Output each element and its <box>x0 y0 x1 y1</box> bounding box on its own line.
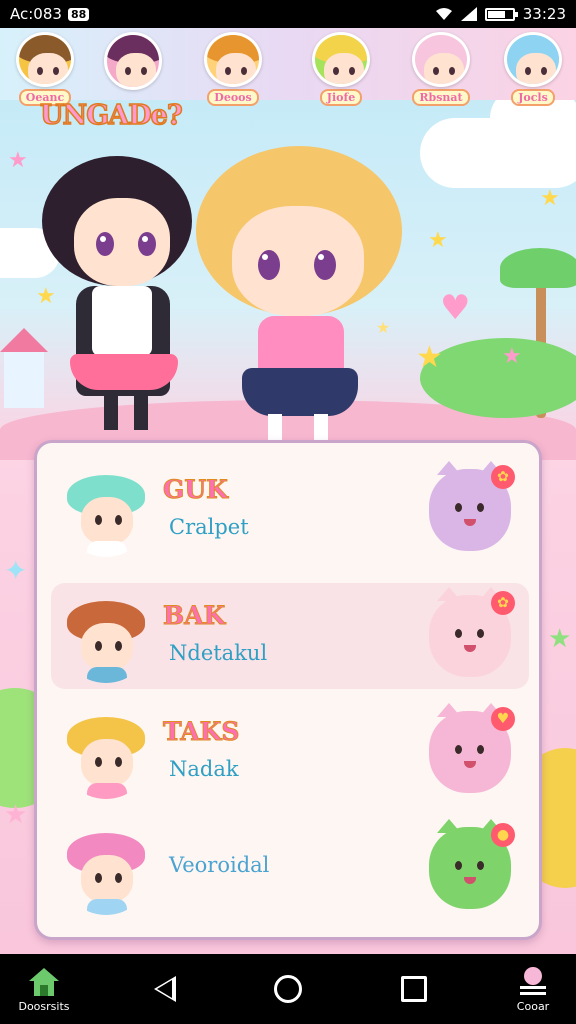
status-text: Ac:083 <box>10 5 62 23</box>
avatar-select-button[interactable]: Deoos <box>198 32 268 106</box>
avatar <box>312 32 370 87</box>
heart-icon: ♥ <box>491 707 515 731</box>
star-decoration: ★ <box>416 340 443 375</box>
character-subtitle: Veoroidal <box>169 853 270 877</box>
hero-character-blonde[interactable] <box>196 146 406 446</box>
star-decoration: ★ <box>4 800 28 830</box>
avatar-select-button[interactable]: Jocls <box>498 32 568 106</box>
avatar <box>104 32 162 90</box>
avatar-strip <box>0 28 576 100</box>
star-decoration: ★ <box>428 228 448 253</box>
game-logo: UNGADe? <box>39 99 183 132</box>
roster-row[interactable]: GUK Cralpet ✿ <box>51 457 529 563</box>
avatar-select-button[interactable]: Jiofe <box>306 32 376 106</box>
character-subtitle: Nadak <box>169 757 239 781</box>
menu-label: Cooar <box>516 999 550 1013</box>
clock: 33:23 <box>522 5 566 23</box>
navigation-bar: Doosrsits Cooar <box>0 954 576 1024</box>
menu-button[interactable]: Cooar <box>498 954 568 1024</box>
roster-row[interactable]: Veoroidal ● <box>51 815 529 921</box>
avatar <box>204 32 262 87</box>
game-scene: ★ ★ ★ ★ ★ ★ ★ ✦ ★ ★ ♥ Oeanc Deoos Jiofe Rbs… <box>0 28 576 954</box>
roster-row[interactable]: BAK Ndetakul ✿ <box>51 583 529 689</box>
home-icon <box>29 967 59 996</box>
avatar-label: Jiofe <box>319 89 363 106</box>
apple-icon: ● <box>491 823 515 847</box>
notification-badge: 88 <box>67 7 90 21</box>
character-name: TAKS <box>162 717 240 747</box>
home-button[interactable] <box>262 954 314 1024</box>
pet-companion[interactable]: ● <box>429 819 515 909</box>
character-name: GUK <box>163 475 229 505</box>
avatar <box>412 32 470 87</box>
bush <box>420 338 576 418</box>
flower-icon: ✿ <box>491 465 515 489</box>
star-decoration: ★ <box>8 148 28 173</box>
character-portrait <box>61 593 151 683</box>
avatar-label: Jocls <box>511 89 555 106</box>
character-portrait <box>61 825 151 915</box>
recent-apps-button[interactable] <box>388 954 440 1024</box>
avatar-label: Rbsnat <box>412 89 470 106</box>
character-subtitle: Ndetakul <box>169 641 268 665</box>
pet-companion[interactable]: ✿ <box>429 587 515 677</box>
avatar-select-button[interactable]: Rbsnat <box>406 32 476 106</box>
star-decoration: ✦ <box>4 554 28 587</box>
back-icon <box>154 976 176 1002</box>
circle-home-icon <box>274 975 302 1003</box>
avatar-select-button[interactable]: Oeanc <box>10 32 80 106</box>
character-subtitle: Cralpet <box>169 515 249 539</box>
character-portrait <box>61 709 151 799</box>
pet-companion[interactable]: ♥ <box>429 703 515 793</box>
status-bar: Ac:083 88 33:23 <box>0 0 576 28</box>
home-tab-button[interactable]: Doosrsits <box>14 954 74 1024</box>
menu-icon <box>520 966 546 995</box>
avatar <box>16 32 74 87</box>
flower-icon: ✿ <box>491 591 515 615</box>
wifi-icon <box>435 8 452 20</box>
hero-character-dark-hair[interactable] <box>34 146 204 436</box>
recent-apps-icon <box>401 976 427 1002</box>
home-tab-label: Doosrsits <box>18 999 70 1013</box>
signal-icon <box>460 7 477 21</box>
pet-companion[interactable]: ✿ <box>429 461 515 551</box>
star-decoration: ★ <box>540 186 560 211</box>
avatar <box>504 32 562 87</box>
battery-icon <box>484 7 518 21</box>
avatar-select-button[interactable] <box>98 32 168 106</box>
roster-row[interactable]: TAKS Nadak ♥ <box>51 699 529 805</box>
roster-panel: GUK Cralpet ✿ BAK Ndetakul ✿ TAKS Nadak ♥ Veoroid… <box>34 440 542 940</box>
back-button[interactable] <box>140 954 190 1024</box>
star-decoration: ★ <box>548 624 572 654</box>
star-decoration: ★ <box>502 344 522 369</box>
avatar-label: Deoos <box>207 89 259 106</box>
character-name: BAK <box>162 601 226 631</box>
character-portrait <box>61 467 151 557</box>
heart-decoration: ♥ <box>440 288 471 328</box>
